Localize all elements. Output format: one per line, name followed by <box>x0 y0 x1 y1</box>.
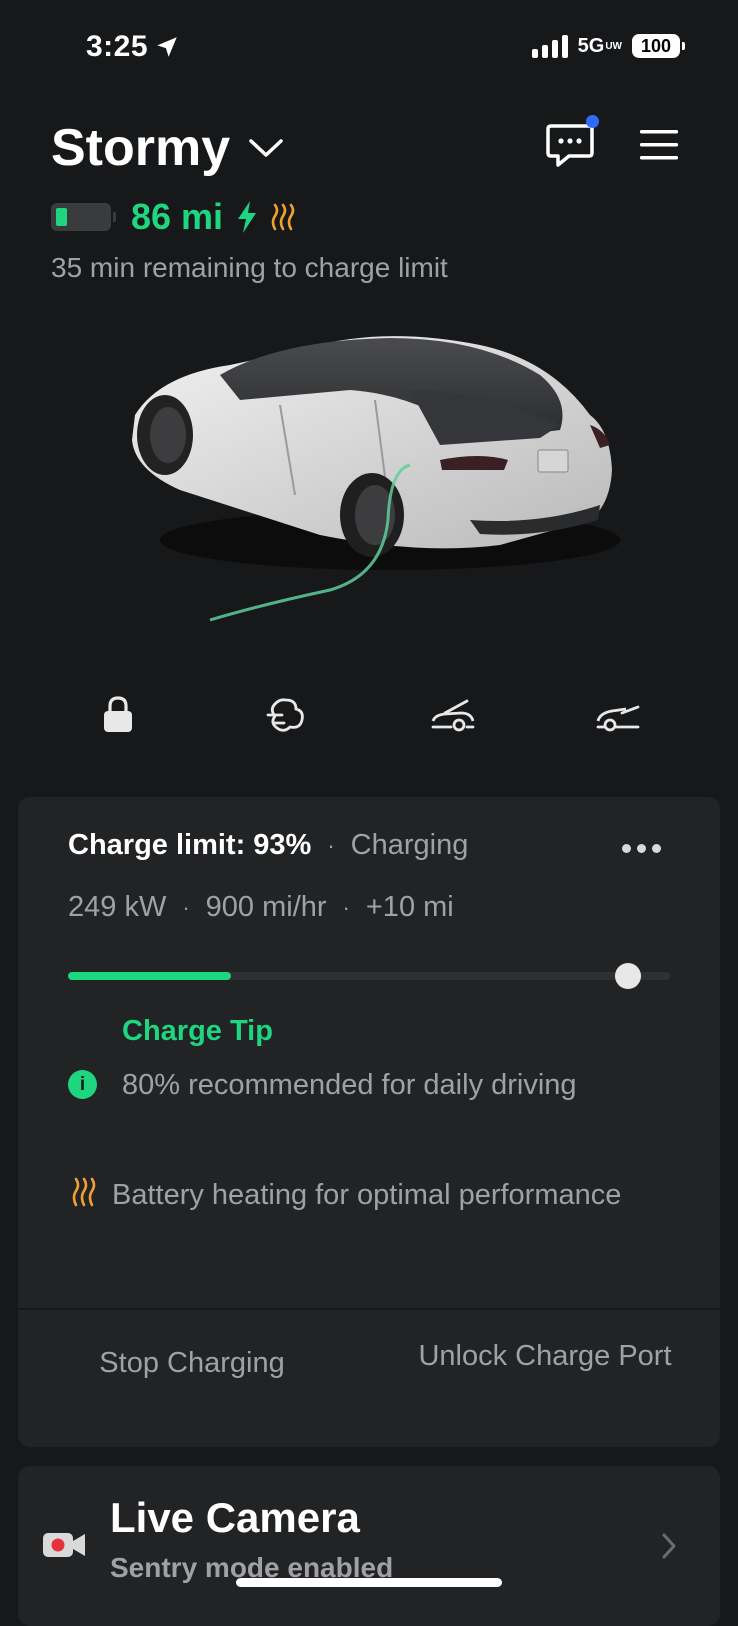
notification-dot <box>586 115 599 128</box>
time-text: 3:25 <box>86 30 149 63</box>
charge-level-fill <box>68 972 231 980</box>
bolt-icon <box>238 201 257 233</box>
separator: · <box>182 894 190 920</box>
charge-added: +10 mi <box>365 891 454 923</box>
message-icon[interactable] <box>545 122 595 168</box>
charge-limit-handle[interactable] <box>615 963 641 989</box>
chevron-right-icon[interactable] <box>660 1532 678 1560</box>
chevron-down-icon <box>249 139 283 157</box>
unlock-charge-port-button[interactable]: Unlock Charge Port <box>410 1333 680 1380</box>
heat-icon <box>271 203 295 231</box>
car-name: Stormy <box>51 119 231 177</box>
status-time: 3:25 <box>86 30 180 64</box>
quick-controls <box>0 690 738 740</box>
heat-icon <box>72 1177 96 1207</box>
charge-title: Charge limit: 93% · Charging <box>68 829 468 862</box>
live-camera-card[interactable] <box>18 1466 720 1626</box>
live-camera-title: Live Camera <box>110 1494 360 1541</box>
charge-rate: 900 mi/hr <box>205 891 327 923</box>
charge-stats: 249 kW · 900 mi/hr · +10 mi <box>68 891 454 924</box>
fan-icon[interactable] <box>266 695 306 735</box>
charging-state: Charging <box>350 829 469 861</box>
status-indicators: 5G UW 100 <box>531 34 685 58</box>
range-value: 86 mi <box>131 196 224 237</box>
divider <box>18 1308 720 1310</box>
camera-icon <box>43 1533 85 1557</box>
charge-tip-text: 80% recommended for daily driving <box>122 1069 577 1101</box>
battery-level: 100 <box>640 35 672 56</box>
network-indicator: 5G UW <box>578 35 622 58</box>
info-icon: i <box>68 1070 97 1099</box>
car-selector[interactable]: Stormy <box>51 118 284 178</box>
battery-icon <box>51 203 116 231</box>
range-row: 86 mi <box>51 196 297 238</box>
trunk-icon[interactable] <box>596 695 640 735</box>
network-sup-text: UW <box>605 40 622 52</box>
menu-icon[interactable] <box>640 128 678 162</box>
stop-charging-button[interactable]: Stop Charging <box>18 1340 366 1387</box>
lock-icon[interactable] <box>103 695 133 733</box>
home-indicator[interactable] <box>236 1578 502 1587</box>
battery-heating-text: Battery heating for optimal performance <box>112 1179 622 1211</box>
network-sup: UW <box>605 40 622 52</box>
separator: · <box>327 832 335 858</box>
frunk-icon[interactable] <box>431 695 475 735</box>
signal-icon <box>531 34 568 58</box>
status-battery: 100 <box>632 34 685 58</box>
charge-remaining-text: 35 min remaining to charge limit <box>51 252 448 283</box>
charge-limit-label: Charge limit: 93% <box>68 829 312 861</box>
charge-tip-title: Charge Tip <box>122 1015 273 1047</box>
more-icon[interactable] <box>622 844 661 853</box>
car-image <box>132 336 620 622</box>
network-label: 5G <box>577 34 605 57</box>
location-arrow-icon <box>157 37 177 57</box>
separator: · <box>342 894 350 920</box>
charge-power: 249 kW <box>68 891 167 923</box>
